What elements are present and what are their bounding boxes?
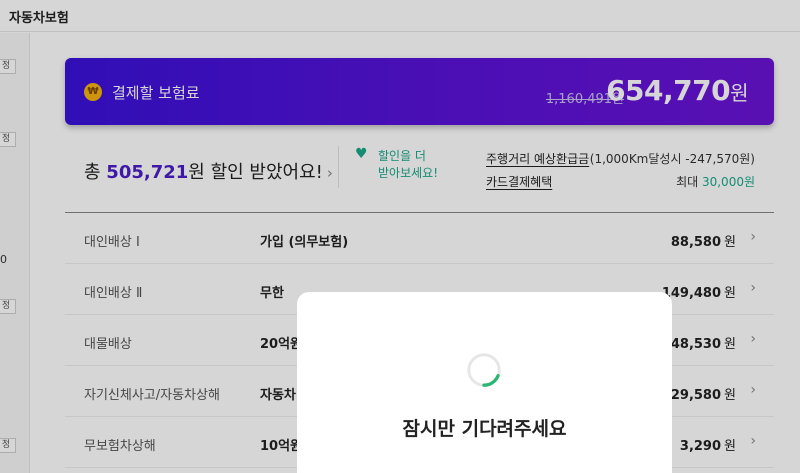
- loading-modal: 잠시만 기다려주세요: [297, 292, 672, 473]
- loading-message: 잠시만 기다려주세요: [402, 418, 567, 440]
- loading-spinner-icon: [467, 353, 501, 387]
